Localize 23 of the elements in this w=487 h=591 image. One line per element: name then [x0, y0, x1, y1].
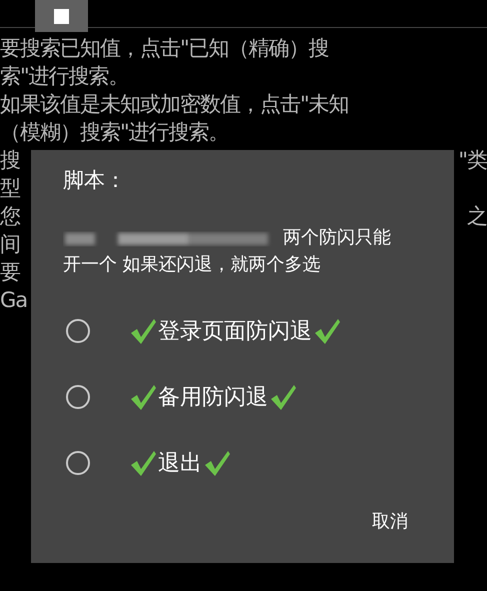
background-text: Ga	[0, 288, 28, 312]
radio-button[interactable]	[66, 319, 90, 343]
cancel-button[interactable]: 取消	[358, 505, 422, 537]
background-text: 要	[0, 259, 20, 286]
background-text: 型	[0, 175, 20, 202]
background-text: "类	[458, 147, 487, 174]
option-label[interactable]: 退出	[158, 448, 202, 478]
background-text: （模糊）搜索"进行搜索。	[0, 119, 229, 146]
dialog-message: 两个防闪只能	[283, 226, 391, 250]
background-text: 搜	[0, 147, 20, 174]
radio-button[interactable]	[66, 385, 90, 409]
background-text: 之	[467, 203, 487, 230]
background-text: 索"进行搜索。	[0, 63, 129, 90]
radio-button[interactable]	[66, 451, 90, 475]
background-text: 如果该值是未知或加密数值，点击"未知	[0, 91, 349, 118]
option-label[interactable]: 登录页面防闪退	[158, 316, 312, 346]
dialog-message: 开一个 如果还闪退，就两个多选	[63, 253, 322, 277]
option-label[interactable]: 备用防闪退	[158, 382, 268, 412]
dialog-title: 脚本：	[63, 167, 127, 194]
background-text: 间	[0, 231, 20, 258]
background-text: 要搜索已知值，点击"已知（精确）搜	[0, 35, 329, 62]
floating-button[interactable]	[35, 0, 88, 32]
background-text: 您	[0, 203, 20, 230]
